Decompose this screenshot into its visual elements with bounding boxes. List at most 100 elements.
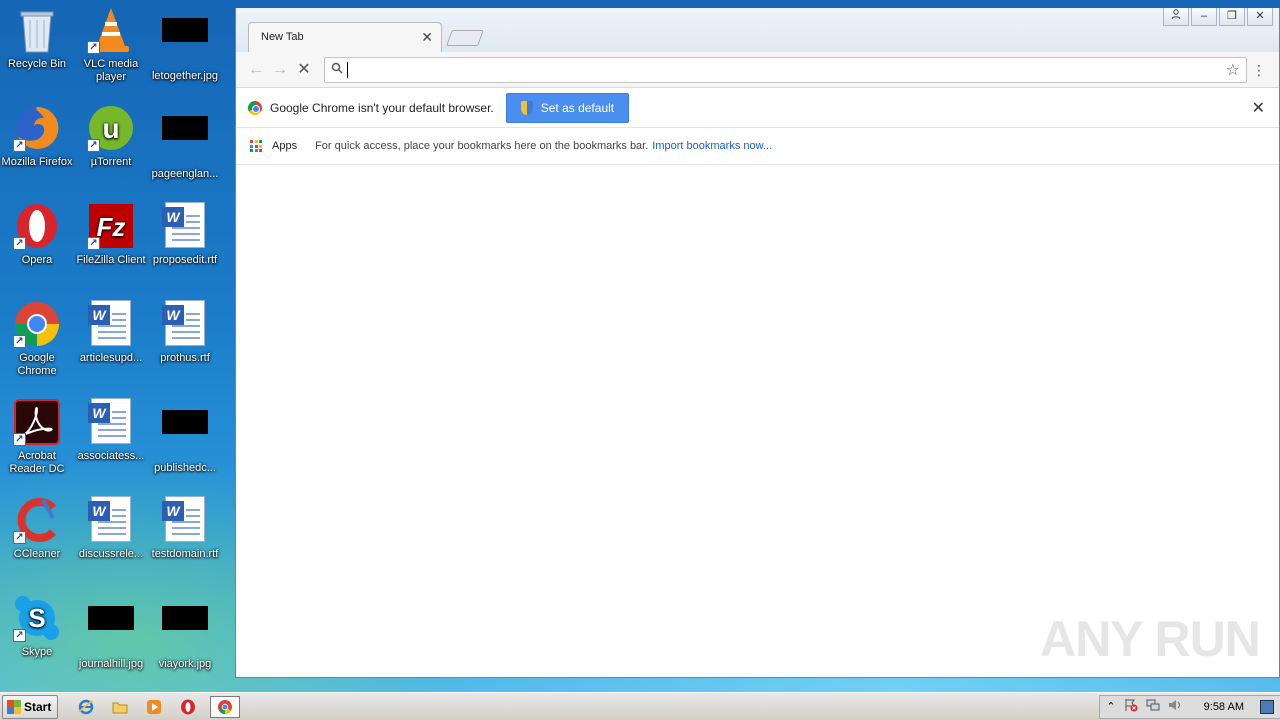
desktop-icon-acrobat[interactable]: ↗ Acrobat Reader DC — [0, 398, 74, 476]
desktop-icon-opera[interactable]: ↗ Opera — [0, 202, 74, 267]
word-doc-icon — [87, 398, 135, 446]
opera-icon: ↗ — [13, 202, 61, 250]
chrome-logo-icon — [248, 100, 262, 115]
close-window-button[interactable]: ✕ — [1247, 8, 1273, 26]
import-bookmarks-link[interactable]: Import bookmarks now... — [652, 140, 772, 152]
infobar-message: Google Chrome isn't your default browser… — [270, 100, 494, 115]
forward-arrow-icon[interactable]: → — [268, 58, 292, 82]
maximize-button[interactable]: ❐ — [1219, 8, 1245, 26]
set-as-default-button[interactable]: Set as default — [505, 92, 630, 123]
desktop-icon-label: VLC media player — [83, 58, 139, 83]
chrome-icon: ↗ — [13, 300, 61, 348]
desktop-icon-publishedc[interactable]: publishedc... — [148, 398, 222, 475]
desktop-icon-ccleaner[interactable]: ↗ CCleaner — [0, 496, 74, 561]
set-as-default-label: Set as default — [540, 100, 615, 115]
desktop-icon-label: associatess... — [77, 450, 145, 462]
tab-new-tab[interactable]: New Tab ✕ — [248, 22, 442, 52]
minimize-button[interactable]: – — [1191, 8, 1217, 26]
windows-flag-icon — [7, 699, 21, 714]
clock[interactable]: 9:58 AM — [1204, 701, 1244, 713]
volume-icon[interactable] — [1168, 698, 1182, 715]
opera-taskbar-icon[interactable] — [176, 696, 200, 718]
shortcut-arrow-icon: ↗ — [13, 139, 26, 152]
taskbar-pinned — [74, 695, 241, 718]
infobar-close-icon[interactable]: ✕ — [1252, 98, 1265, 118]
anyrun-watermark: ANY RUN — [1040, 611, 1261, 667]
uac-shield-icon — [520, 100, 533, 115]
shortcut-arrow-icon: ↗ — [87, 237, 100, 250]
word-doc-icon — [87, 300, 135, 348]
bookmarks-bar: Apps For quick access, place your bookma… — [236, 128, 1279, 165]
desktop-icon-firefox[interactable]: ↗ Mozilla Firefox — [0, 104, 74, 169]
recycle-bin-icon — [13, 6, 61, 54]
profile-icon[interactable] — [1163, 8, 1189, 26]
tab-close-icon[interactable]: ✕ — [421, 29, 433, 46]
desktop-icon-label: Opera — [21, 254, 53, 266]
desktop-icon-recycle-bin[interactable]: Recycle Bin — [0, 6, 74, 71]
svg-text:Fz: Fz — [97, 212, 126, 242]
chrome-titlebar[interactable]: New Tab ✕ – ❐ ✕ — [236, 8, 1279, 52]
system-tray: ⌃ 9:58 AM — [1099, 694, 1280, 719]
stop-loading-icon[interactable]: ✕ — [292, 58, 316, 82]
word-doc-icon — [161, 496, 209, 544]
network-icon[interactable] — [1146, 698, 1160, 715]
shortcut-arrow-icon: ↗ — [13, 629, 26, 642]
desktop-icon-google-chrome[interactable]: ↗ Google Chrome — [0, 300, 74, 378]
start-button[interactable]: Start — [2, 694, 59, 719]
start-label: Start — [24, 699, 52, 714]
tab-title: New Tab — [261, 31, 304, 43]
omnibox-input[interactable] — [347, 61, 1226, 78]
desktop-icon-discussrele[interactable]: discussrele... — [74, 496, 148, 561]
apps-grid-icon — [250, 140, 262, 152]
shortcut-arrow-icon: ↗ — [13, 335, 26, 348]
desktop: Recycle Bin ↗ Mozilla Firefox ↗ Opera ↗ … — [0, 0, 1280, 692]
chrome-taskbar-icon[interactable] — [210, 695, 241, 718]
desktop-icon-utorrent[interactable]: u ↗ µTorrent — [74, 104, 148, 169]
desktop-icon-filezilla[interactable]: Fz ↗ FileZilla Client — [74, 202, 148, 267]
chrome-window: New Tab ✕ – ❐ ✕ ← → ✕ ☆ ⋮ Google Chrome … — [235, 8, 1280, 678]
desktop-icon-testdomain[interactable]: testdomain.rtf — [148, 496, 222, 561]
omnibox[interactable]: ☆ — [324, 56, 1247, 83]
media-player-icon[interactable] — [142, 696, 166, 718]
desktop-icon-letogether[interactable]: letogether.jpg — [148, 6, 222, 83]
desktop-icon-skype[interactable]: S ↗ Skype — [0, 594, 74, 659]
desktop-icon-articlesupd[interactable]: articlesupd... — [74, 300, 148, 365]
desktop-icon-label: pageenglan... — [151, 168, 219, 180]
svg-text:u: u — [102, 113, 119, 144]
show-hidden-icons-icon[interactable]: ⌃ — [1106, 700, 1115, 713]
search-icon — [331, 62, 343, 77]
shortcut-arrow-icon: ↗ — [13, 237, 26, 250]
apps-shortcut[interactable]: Apps — [272, 140, 297, 152]
shortcut-arrow-icon: ↗ — [87, 41, 100, 54]
filezilla-icon: Fz ↗ — [87, 202, 135, 250]
desktop-icon-proposedit[interactable]: proposedit.rtf — [148, 202, 222, 267]
taskbar: Start ⌃ 9:58 AM — [0, 692, 1280, 720]
desktop-icon-journalhill[interactable]: journalhill.jpg — [74, 594, 148, 671]
word-doc-icon — [87, 496, 135, 544]
file-explorer-icon[interactable] — [108, 696, 132, 718]
desktop-icon-label: Skype — [21, 646, 53, 658]
bookmark-star-icon[interactable]: ☆ — [1226, 60, 1240, 80]
acrobat-icon: ↗ — [13, 398, 61, 446]
desktop-icon-label: CCleaner — [13, 548, 61, 560]
internet-explorer-icon[interactable] — [74, 696, 98, 718]
image-file-icon — [161, 606, 209, 654]
show-desktop-button[interactable] — [1260, 699, 1274, 714]
back-arrow-icon[interactable]: ← — [244, 58, 268, 82]
desktop-icon-label: Mozilla Firefox — [1, 156, 73, 168]
vlc-icon: ↗ — [87, 6, 135, 54]
desktop-icon-label: articlesupd... — [79, 352, 143, 364]
image-file-icon — [161, 18, 209, 66]
chrome-menu-icon[interactable]: ⋮ — [1247, 58, 1271, 82]
desktop-icon-associatess[interactable]: associatess... — [74, 398, 148, 463]
desktop-icon-prothus[interactable]: prothus.rtf — [148, 300, 222, 365]
desktop-icon-label: proposedit.rtf — [152, 254, 218, 266]
action-center-flag-icon[interactable] — [1124, 698, 1138, 715]
desktop-icon-vlc[interactable]: ↗ VLC media player — [74, 6, 148, 84]
desktop-icon-pageenglan[interactable]: pageenglan... — [148, 104, 222, 181]
image-file-icon — [87, 606, 135, 654]
desktop-icon-label: Acrobat Reader DC — [9, 450, 65, 475]
new-tab-button[interactable] — [446, 30, 484, 46]
desktop-icon-viayork[interactable]: viayork.jpg — [148, 594, 222, 671]
window-controls: – ❐ ✕ — [1163, 8, 1273, 26]
